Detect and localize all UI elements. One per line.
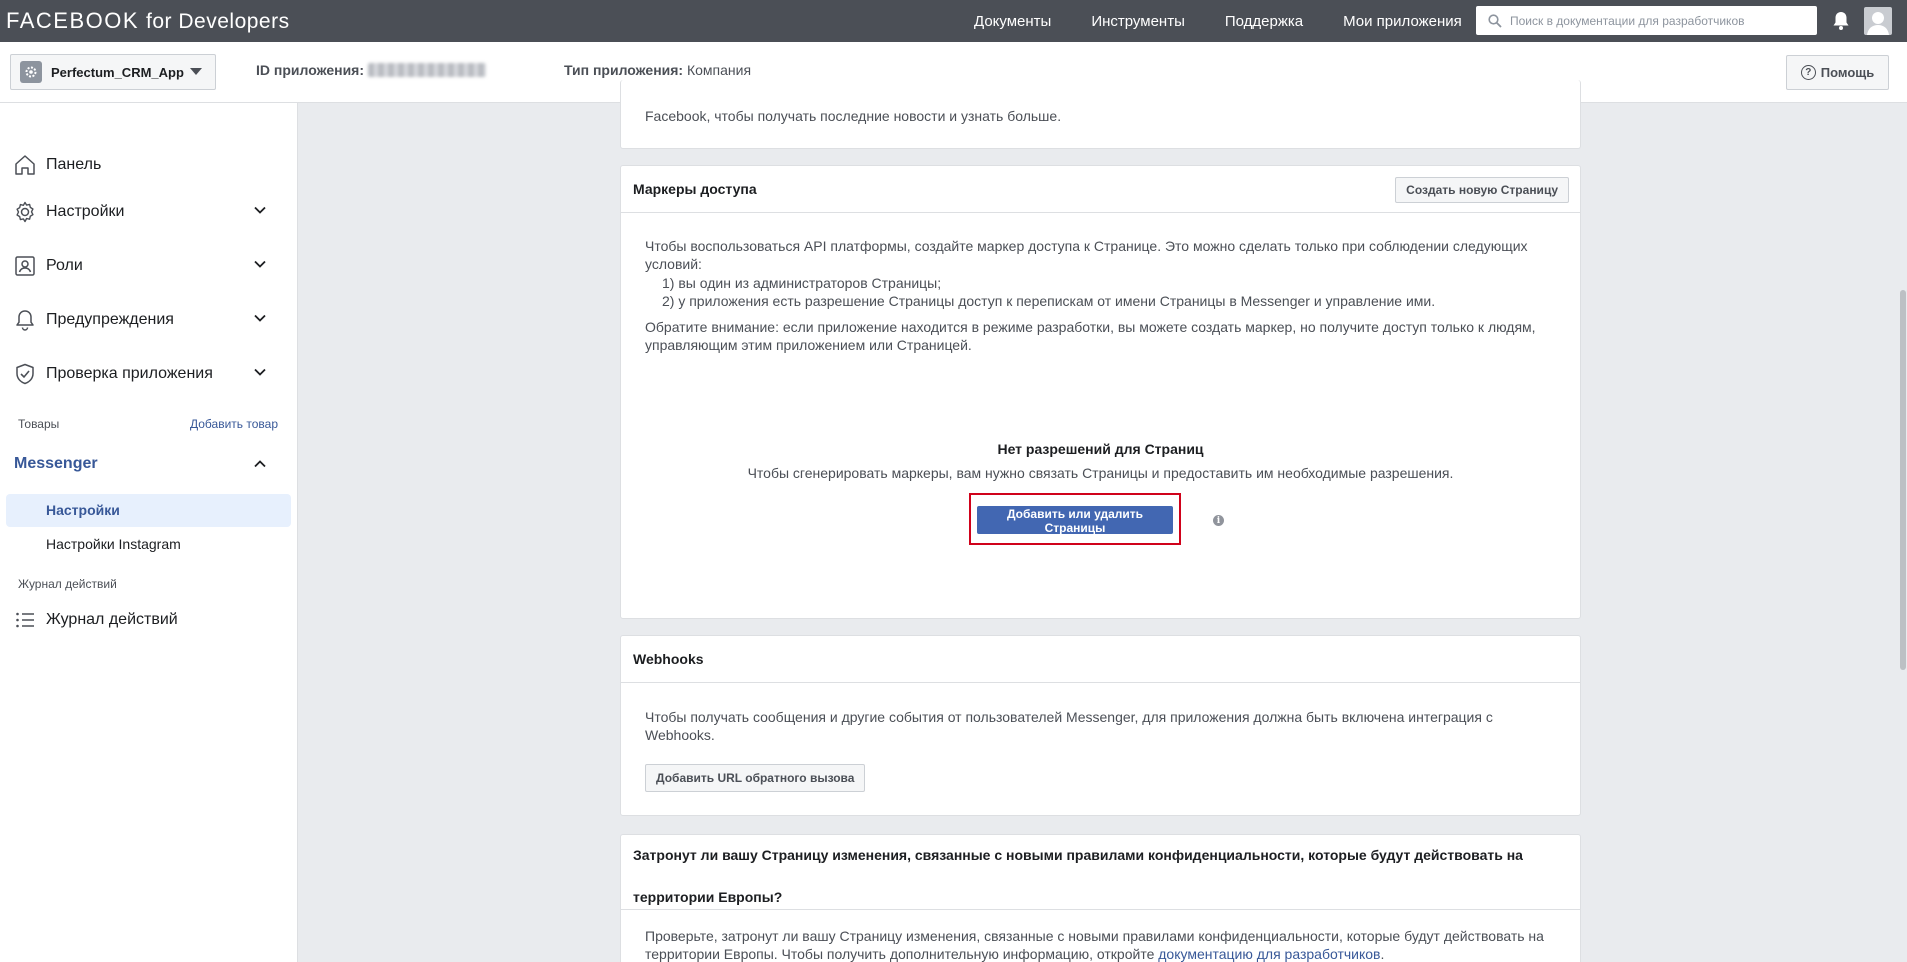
sidebar-item-label: Настройки [46,203,125,220]
privacy-text-end: . [1380,946,1385,962]
top-nav-links: Документы Инструменты Поддержка Мои прил… [974,0,1502,42]
empty-state: Нет разрешений для Страниц Чтобы сгенери… [621,441,1580,481]
sidebar-item-label: Панель [46,156,102,173]
add-remove-pages-button[interactable]: Добавить или удалить Страницы [977,506,1173,535]
logo-suffix: for Developers [146,10,290,33]
roles-icon [15,256,35,276]
privacy-title-line2: территории Европы? [633,889,783,905]
webhooks-header: Webhooks [621,636,1580,683]
app-gear-icon [20,61,42,83]
privacy-title-line1: Затронут ли вашу Страницу изменения, свя… [633,847,1523,863]
add-product-link[interactable]: Добавить товар [190,417,278,431]
search-icon [1488,13,1502,28]
app-id-label: ID приложения: [256,62,365,78]
webhooks-title: Webhooks [633,651,704,667]
sidebar-item-settings[interactable]: Настройки [0,192,298,232]
app-type-value: Компания [686,62,752,78]
messenger-product-heading[interactable]: Messenger [14,455,98,473]
info-icon[interactable]: i [1213,515,1224,526]
app-type-field: Тип приложения: Компания [564,62,751,78]
shield-check-icon [16,363,34,385]
user-silhouette-icon [1867,12,1889,35]
notifications-bell-icon[interactable] [1832,11,1850,31]
nav-tools-link[interactable]: Инструменты [1091,13,1185,30]
access-tokens-card: Маркеры доступа Создать новую Страницу Ч… [620,165,1581,619]
tokens-condition-item: 2) у приложения есть разрешение Страницы… [662,293,1436,309]
app-id-field: ID приложения: [256,62,487,78]
chevron-down-icon [254,314,266,322]
gear-icon [16,201,34,223]
bell-icon [16,310,34,331]
privacy-text: Проверьте, затронут ли вашу Страницу изм… [645,927,1555,962]
tokens-intro-text: Чтобы воспользоваться API платформы, соз… [645,238,1528,272]
tokens-condition-item: 1) вы один из администраторов Страницы; [662,275,942,291]
tokens-conditions-list: 1) вы один из администраторов Страницы; … [645,274,1556,310]
access-tokens-title: Маркеры доступа [633,181,757,197]
empty-state-text: Чтобы сгенерировать маркеры, вам нужно с… [747,465,1454,481]
logo-brand: FACEBOOK [6,8,140,33]
docs-search-box[interactable] [1476,6,1817,35]
help-button[interactable]: ? Помощь [1786,55,1889,90]
nav-support-link[interactable]: Поддержка [1225,13,1303,30]
intro-card-text: Facebook, чтобы получать последние новос… [645,108,1062,124]
top-navigation-bar: FACEBOOK for Developers Документы Инстру… [0,0,1907,42]
left-sidebar: Панель Настройки Роли Предупреждения Про… [0,103,298,962]
nav-docs-link[interactable]: Документы [974,13,1051,30]
webhooks-text: Чтобы получать сообщения и другие событи… [645,709,1493,743]
privacy-title: Затронут ли вашу Страницу изменения, свя… [621,835,1580,905]
add-callback-url-button[interactable]: Добавить URL обратного вызова [645,764,866,792]
question-circle-icon: ? [1800,65,1816,80]
chevron-down-icon [254,260,266,268]
developer-docs-link[interactable]: документацию для разработчиков [1158,946,1380,962]
intro-card: Facebook, чтобы получать последние новос… [620,80,1581,149]
sidebar-item-app-review[interactable]: Проверка приложения [0,354,298,394]
sidebar-subitem-label: Настройки [46,502,120,518]
sidebar-item-dashboard[interactable]: Панель [0,145,298,185]
activity-section-label: Журнал действий [18,577,117,591]
nav-my-apps-link[interactable]: Мои приложения [1343,13,1462,30]
help-label: Помощь [1820,65,1875,80]
sidebar-item-instagram-settings[interactable]: Настройки Instagram [46,536,181,552]
chevron-down-icon [254,368,266,376]
privacy-text-body: Проверьте, затронут ли вашу Страницу изм… [645,928,1544,962]
sidebar-item-activity-log[interactable]: Журнал действий [0,600,298,640]
products-section-label: Товары [18,417,60,431]
sidebar-item-label: Проверка приложения [46,365,213,382]
list-icon [16,612,34,628]
app-type-label: Тип приложения: [564,62,684,78]
sidebar-item-label: Предупреждения [46,311,174,328]
sidebar-item-label: Роли [46,257,83,274]
privacy-card: Затронут ли вашу Страницу изменения, свя… [620,834,1581,962]
home-icon [15,155,35,175]
scrollbar-thumb[interactable] [1900,290,1906,670]
chevron-up-icon[interactable] [254,460,266,468]
caret-down-icon [190,68,202,75]
access-tokens-header: Маркеры доступа Создать новую Страницу [621,166,1580,213]
tokens-note-text: Обратите внимание: если приложение наход… [645,319,1536,353]
webhooks-card: Webhooks Чтобы получать сообщения и друг… [620,635,1581,816]
sidebar-item-label: Журнал действий [46,611,178,628]
app-name: Perfectum_CRM_App [51,64,184,80]
app-id-value-blurred [368,63,487,77]
sidebar-item-messenger-settings[interactable]: Настройки [6,494,291,527]
empty-state-title: Нет разрешений для Страниц [997,441,1204,457]
sidebar-item-alerts[interactable]: Предупреждения [0,300,298,340]
user-avatar[interactable] [1864,7,1892,35]
sidebar-item-roles[interactable]: Роли [0,246,298,286]
create-new-page-button[interactable]: Создать новую Страницу [1395,177,1569,203]
divider [621,909,1580,910]
search-input[interactable] [1510,13,1800,28]
app-selector-dropdown[interactable]: Perfectum_CRM_App [10,54,216,90]
chevron-down-icon [254,206,266,214]
facebook-developers-logo[interactable]: FACEBOOK for Developers [6,8,290,34]
